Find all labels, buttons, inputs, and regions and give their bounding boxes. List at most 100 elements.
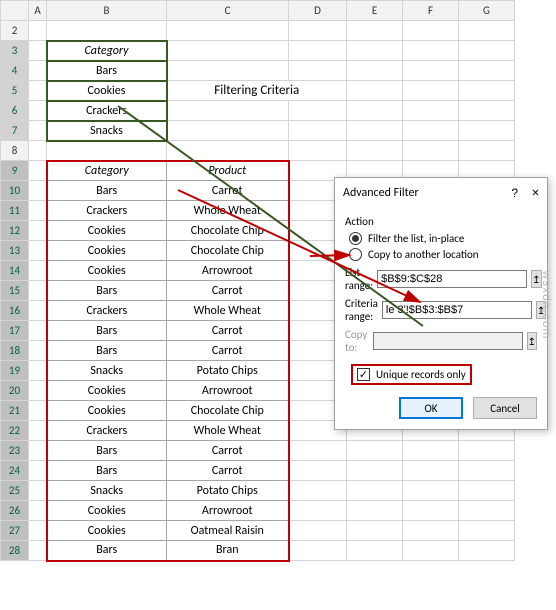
table-cell[interactable]: Cookies (47, 401, 167, 421)
row-header[interactable]: 12 (1, 221, 29, 241)
table-cell[interactable]: Bars (47, 321, 167, 341)
radio-copy-another[interactable]: Copy to another location (345, 248, 537, 261)
table-cell[interactable]: Cookies (47, 241, 167, 261)
table-cell[interactable]: Potato Chips (167, 481, 289, 501)
row-header[interactable]: 2 (1, 21, 29, 41)
table-cell[interactable]: Chocolate Chip (167, 401, 289, 421)
table-cell[interactable]: Potato Chips (167, 361, 289, 381)
row-header[interactable]: 11 (1, 201, 29, 221)
table-cell[interactable]: Cookies (47, 501, 167, 521)
table-cell[interactable]: Bars (47, 181, 167, 201)
radio-icon (349, 232, 362, 245)
table-cell[interactable]: Arrowroot (167, 381, 289, 401)
cancel-button[interactable]: Cancel (473, 397, 537, 419)
row-header[interactable]: 22 (1, 421, 29, 441)
row-header[interactable]: 21 (1, 401, 29, 421)
col-header-e[interactable]: E (347, 1, 403, 21)
help-button[interactable]: ? (511, 186, 518, 200)
col-header-b[interactable]: B (47, 1, 167, 21)
category-header[interactable]: Category (47, 41, 167, 61)
criteria-range-input[interactable] (382, 301, 532, 319)
table-cell[interactable]: Whole Wheat (167, 421, 289, 441)
row-header[interactable]: 17 (1, 321, 29, 341)
row-header[interactable]: 10 (1, 181, 29, 201)
row-header[interactable]: 28 (1, 541, 29, 561)
ok-button[interactable]: OK (399, 397, 463, 419)
unique-records-label: Unique records only (376, 368, 466, 381)
list-range-input[interactable] (377, 270, 527, 288)
table-cell[interactable]: Cookies (47, 261, 167, 281)
category-cell[interactable]: Cookies (47, 81, 167, 101)
col-header-c[interactable]: C (167, 1, 289, 21)
table-cell[interactable]: Carrot (167, 341, 289, 361)
table-cell[interactable]: Bran (167, 541, 289, 561)
table-cell[interactable]: Bars (47, 281, 167, 301)
copy-to-input (373, 332, 523, 350)
row-header[interactable]: 4 (1, 61, 29, 81)
table-cell[interactable]: Bars (47, 441, 167, 461)
col-header-f[interactable]: F (403, 1, 459, 21)
row-header[interactable]: 9 (1, 161, 29, 181)
table-cell[interactable]: Cookies (47, 521, 167, 541)
filtering-criteria-banner: Filtering Criteria (167, 81, 347, 101)
row-header[interactable]: 25 (1, 481, 29, 501)
table-cell[interactable]: Chocolate Chip (167, 221, 289, 241)
table-cell[interactable]: Cookies (47, 381, 167, 401)
row-header[interactable]: 13 (1, 241, 29, 261)
table-cell[interactable]: Oatmeal Raisin (167, 521, 289, 541)
table-cell[interactable]: Carrot (167, 181, 289, 201)
row-header[interactable]: 24 (1, 461, 29, 481)
row-header[interactable]: 15 (1, 281, 29, 301)
radio-filter-inplace[interactable]: Filter the list, in-place (345, 232, 537, 245)
col-header-g[interactable]: G (459, 1, 515, 21)
row-header[interactable]: 7 (1, 121, 29, 141)
dialog-titlebar[interactable]: Advanced Filter ? × (335, 178, 547, 207)
copy-to-label: Copy to: (345, 328, 369, 354)
table-header-category[interactable]: Category (47, 161, 167, 181)
row-header[interactable]: 26 (1, 501, 29, 521)
table-cell[interactable]: Snacks (47, 361, 167, 381)
row-header[interactable]: 5 (1, 81, 29, 101)
row-header[interactable]: 18 (1, 341, 29, 361)
table-cell[interactable]: Bars (47, 541, 167, 561)
table-cell[interactable]: Snacks (47, 481, 167, 501)
row-header[interactable]: 19 (1, 361, 29, 381)
row-header[interactable]: 3 (1, 41, 29, 61)
row-header[interactable]: 23 (1, 441, 29, 461)
category-cell[interactable]: Crackers (47, 101, 167, 121)
table-cell[interactable]: Whole Wheat (167, 301, 289, 321)
row-header[interactable]: 6 (1, 101, 29, 121)
table-header-product[interactable]: Product (167, 161, 289, 181)
table-cell[interactable]: Arrowroot (167, 501, 289, 521)
table-cell[interactable]: Crackers (47, 421, 167, 441)
criteria-range-label: Criteria range: (345, 297, 378, 323)
dialog-title: Advanced Filter (343, 186, 419, 200)
row-header[interactable]: 27 (1, 521, 29, 541)
table-cell[interactable]: Chocolate Chip (167, 241, 289, 261)
table-cell[interactable]: Crackers (47, 301, 167, 321)
category-cell[interactable]: Bars (47, 61, 167, 81)
table-cell[interactable]: Arrowroot (167, 261, 289, 281)
table-cell[interactable]: Carrot (167, 461, 289, 481)
table-cell[interactable]: Crackers (47, 201, 167, 221)
row-header[interactable]: 16 (1, 301, 29, 321)
table-cell[interactable]: Whole Wheat (167, 201, 289, 221)
table-cell[interactable]: Bars (47, 341, 167, 361)
col-header-d[interactable]: D (289, 1, 347, 21)
corner-cell[interactable] (1, 1, 29, 21)
row-header[interactable]: 20 (1, 381, 29, 401)
unique-records-checkbox[interactable]: ✓ (357, 368, 370, 381)
row-header[interactable]: 8 (1, 141, 29, 161)
close-button[interactable]: × (532, 184, 539, 201)
unique-records-highlight: ✓ Unique records only (351, 364, 472, 385)
col-header-a[interactable]: A (29, 1, 47, 21)
table-cell[interactable]: Cookies (47, 221, 167, 241)
table-cell[interactable]: Carrot (167, 321, 289, 341)
table-cell[interactable]: Bars (47, 461, 167, 481)
range-select-button[interactable]: ↥ (527, 332, 537, 350)
table-cell[interactable]: Carrot (167, 441, 289, 461)
table-cell[interactable]: Carrot (167, 281, 289, 301)
row-header[interactable]: 14 (1, 261, 29, 281)
category-cell[interactable]: Snacks (47, 121, 167, 141)
watermark: wsxdn.com (540, 270, 554, 339)
